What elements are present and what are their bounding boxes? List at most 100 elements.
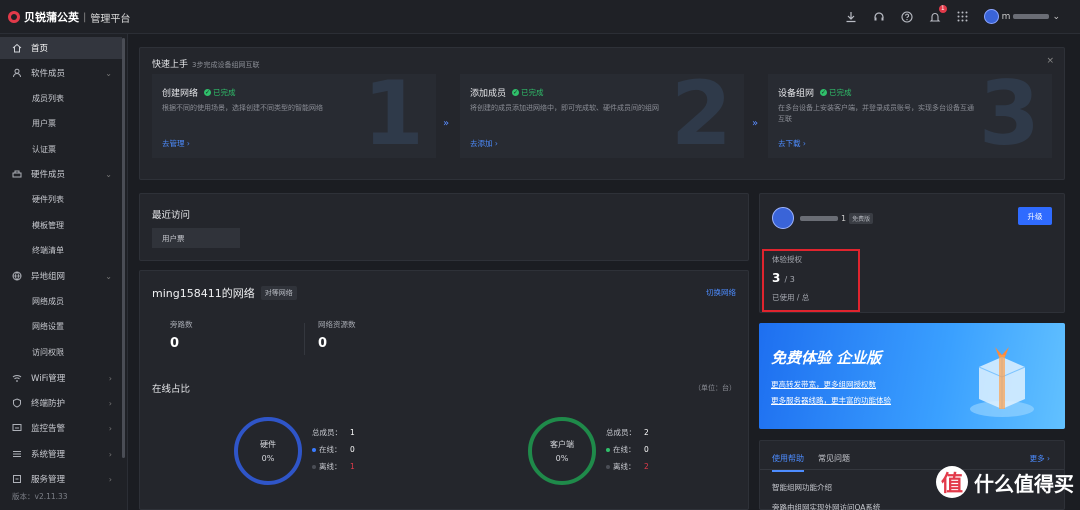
help-article[interactable]: 智能组网功能介绍 bbox=[772, 482, 832, 493]
sidebar-item-terminal-list[interactable]: 终端清单 bbox=[32, 239, 64, 261]
sidebar-item-network-members[interactable]: 网络成员 bbox=[32, 290, 64, 312]
stat-value: 0 bbox=[644, 445, 649, 454]
monitor-icon bbox=[12, 423, 22, 433]
sidebar-item-hardware-list[interactable]: 硬件列表 bbox=[32, 188, 64, 210]
masked-username bbox=[1013, 14, 1050, 19]
masked-username bbox=[800, 216, 838, 221]
status-text: 已完成 bbox=[829, 88, 852, 97]
sidebar-item-label: 首页 bbox=[31, 44, 49, 54]
switch-network-link[interactable]: 切换网络 bbox=[706, 287, 736, 298]
sidebar-item-service[interactable]: 服务管理 › bbox=[0, 468, 122, 490]
step-card-1: 1 创建网络 ✓ 已完成 根据不同的使用场景，选择创建不同类型的智能网络 去管理 … bbox=[152, 70, 436, 158]
sidebar-item-auth-ticket[interactable]: 认证票 bbox=[32, 138, 56, 160]
unit-label: （单位：台） bbox=[694, 384, 736, 392]
promo-text: 更高转发带宽， bbox=[771, 380, 824, 389]
stat-value: 1 bbox=[350, 428, 355, 437]
sidebar-item-wifi[interactable]: WiFi管理 › bbox=[0, 367, 122, 389]
system-icon bbox=[12, 449, 22, 459]
user-menu[interactable]: m ⌄ bbox=[983, 9, 1060, 24]
sidebar-item-member-list[interactable]: 成员列表 bbox=[32, 87, 64, 109]
check-icon: ✓ bbox=[204, 89, 212, 96]
recent-panel: 最近访问 用户票 bbox=[139, 193, 749, 261]
stat-value: 0 bbox=[170, 336, 180, 351]
step-number: 2 bbox=[670, 62, 732, 165]
step-description: 在多台设备上安装客户端，并登录成员账号，实现多台设备互通互联 bbox=[778, 104, 974, 123]
brand-name: 贝锐蒲公英 bbox=[24, 11, 79, 24]
step-card-2: 2 添加成员 ✓ 已完成 将创建的成员添加进网络中，即可完成软、硬件成员间的组网 … bbox=[460, 70, 744, 158]
hardware-stats: 总成员： 1 在线： 0 离线： 1 bbox=[312, 424, 355, 475]
stat-label: 网络资源数 bbox=[318, 320, 356, 329]
step-description: 根据不同的使用场景，选择创建不同类型的智能网络 bbox=[162, 104, 323, 112]
step-card-3: 3 设备组网 ✓ 已完成 在多台设备上安装客户端，并登录成员账号，实现多台设备互通… bbox=[768, 70, 1052, 158]
status-badge: ✓ 已完成 bbox=[512, 87, 544, 98]
step-link-download[interactable]: 去下载 › bbox=[778, 138, 806, 149]
help-icon[interactable] bbox=[900, 10, 914, 24]
stat-value: 0 bbox=[318, 336, 328, 351]
sidebar-item-terminal-protect[interactable]: 终端防护 › bbox=[0, 392, 122, 414]
ring-value: 0% bbox=[261, 454, 275, 463]
stat-key: 离线： bbox=[613, 462, 636, 471]
enterprise-promo-banner[interactable]: 免费体验 企业版 更高转发带宽，更多组网授权数 更多服务器线路，更丰富的功能体验 bbox=[759, 323, 1065, 429]
offline-dot-icon bbox=[312, 464, 316, 469]
promo-text: 更多服务器线路， bbox=[771, 396, 831, 405]
chevron-right-icon: » bbox=[443, 118, 450, 129]
client-stats: 总成员： 2 在线： 0 离线： 2 bbox=[606, 424, 649, 475]
online-dot-icon bbox=[606, 447, 610, 452]
promo-line-1: 更高转发带宽，更多组网授权数 bbox=[771, 379, 876, 390]
headset-icon[interactable] bbox=[872, 10, 886, 24]
sidebar-item-remote-network[interactable]: 异地组网 ⌄ bbox=[0, 265, 122, 287]
logo[interactable]: 贝锐蒲公英 | 管理平台 bbox=[8, 9, 130, 25]
status-text: 已完成 bbox=[213, 88, 236, 97]
quickstart-panel: 快速上手 3步完成设备组网互联 × 1 创建网络 ✓ 已完成 根据不同的使用场景，选… bbox=[139, 47, 1065, 180]
bell-icon[interactable]: 1 bbox=[928, 4, 947, 24]
sidebar-item-system[interactable]: 系统管理 › bbox=[0, 443, 122, 465]
step-link-manage[interactable]: 去管理 › bbox=[162, 138, 190, 149]
stat-key: 离线： bbox=[319, 462, 342, 471]
download-icon[interactable] bbox=[844, 10, 858, 24]
sidebar-item-network-settings[interactable]: 网络设置 bbox=[32, 315, 64, 337]
sidebar-item-label: 终端防护 bbox=[31, 399, 66, 409]
ring-label: 硬件 bbox=[260, 440, 276, 449]
close-icon[interactable]: × bbox=[1046, 56, 1054, 66]
logo-icon bbox=[8, 11, 20, 23]
highlight-annotation bbox=[762, 249, 860, 312]
user-name-prefix: m bbox=[1001, 11, 1011, 22]
sidebar-item-access[interactable]: 访问权限 bbox=[32, 341, 64, 363]
sidebar-item-monitor[interactable]: 监控告警 › bbox=[0, 417, 122, 439]
wifi-icon bbox=[12, 373, 22, 383]
chevron-right-icon: › bbox=[108, 373, 112, 383]
hardware-ring: 硬件 0% bbox=[234, 417, 302, 485]
recent-item[interactable]: 用户票 bbox=[152, 228, 240, 248]
upgrade-button[interactable]: 升级 bbox=[1018, 207, 1052, 225]
ring-value: 0% bbox=[555, 454, 569, 463]
network-title: ming158411的网络 对等网络 bbox=[152, 285, 297, 301]
network-name: ming158411的网络 bbox=[152, 287, 255, 300]
sidebar-item-hardware-members[interactable]: 硬件成员 ⌄ bbox=[0, 163, 122, 185]
stat-key: 总成员： bbox=[606, 428, 636, 437]
globe-icon bbox=[12, 271, 22, 281]
step-link-add[interactable]: 去添加 › bbox=[470, 138, 498, 149]
apps-grid-icon[interactable] bbox=[956, 10, 970, 24]
sidebar-scrollbar[interactable] bbox=[122, 38, 125, 458]
sidebar-item-home[interactable]: 首页 bbox=[0, 37, 122, 59]
promo-title: 免费体验 企业版 bbox=[771, 349, 882, 367]
sidebar-item-software-members[interactable]: 软件成员 ⌄ bbox=[0, 62, 122, 84]
online-ratio-title: 在线占比 bbox=[152, 384, 191, 395]
sidebar-item-label: 软件成员 bbox=[31, 69, 66, 79]
more-link[interactable]: 更多 › bbox=[1030, 453, 1050, 464]
user-name-suffix: 1 bbox=[841, 214, 847, 223]
step-title-text: 添加成员 bbox=[470, 89, 507, 99]
sidebar-item-template[interactable]: 模板管理 bbox=[32, 214, 64, 236]
stat-value: 2 bbox=[644, 462, 649, 471]
sidebar-item-label: 服务管理 bbox=[31, 475, 66, 485]
chevron-right-icon: › bbox=[108, 449, 112, 459]
step-title: 添加成员 ✓ 已完成 bbox=[470, 86, 544, 99]
chevron-right-icon: » bbox=[752, 118, 759, 129]
quickstart-title: 快速上手 3步完成设备组网互联 bbox=[152, 57, 259, 70]
chevron-right-icon: › bbox=[108, 398, 112, 408]
network-panel: ming158411的网络 对等网络 切换网络 旁路数 0 网络资源数 0 在线… bbox=[139, 270, 749, 510]
logo-separator: | bbox=[83, 11, 87, 23]
network-type-tag: 对等网络 bbox=[260, 286, 297, 300]
help-article[interactable]: 旁路由组网实现外网访问OA系统 bbox=[772, 502, 880, 510]
sidebar-item-user-ticket[interactable]: 用户票 bbox=[32, 112, 56, 134]
